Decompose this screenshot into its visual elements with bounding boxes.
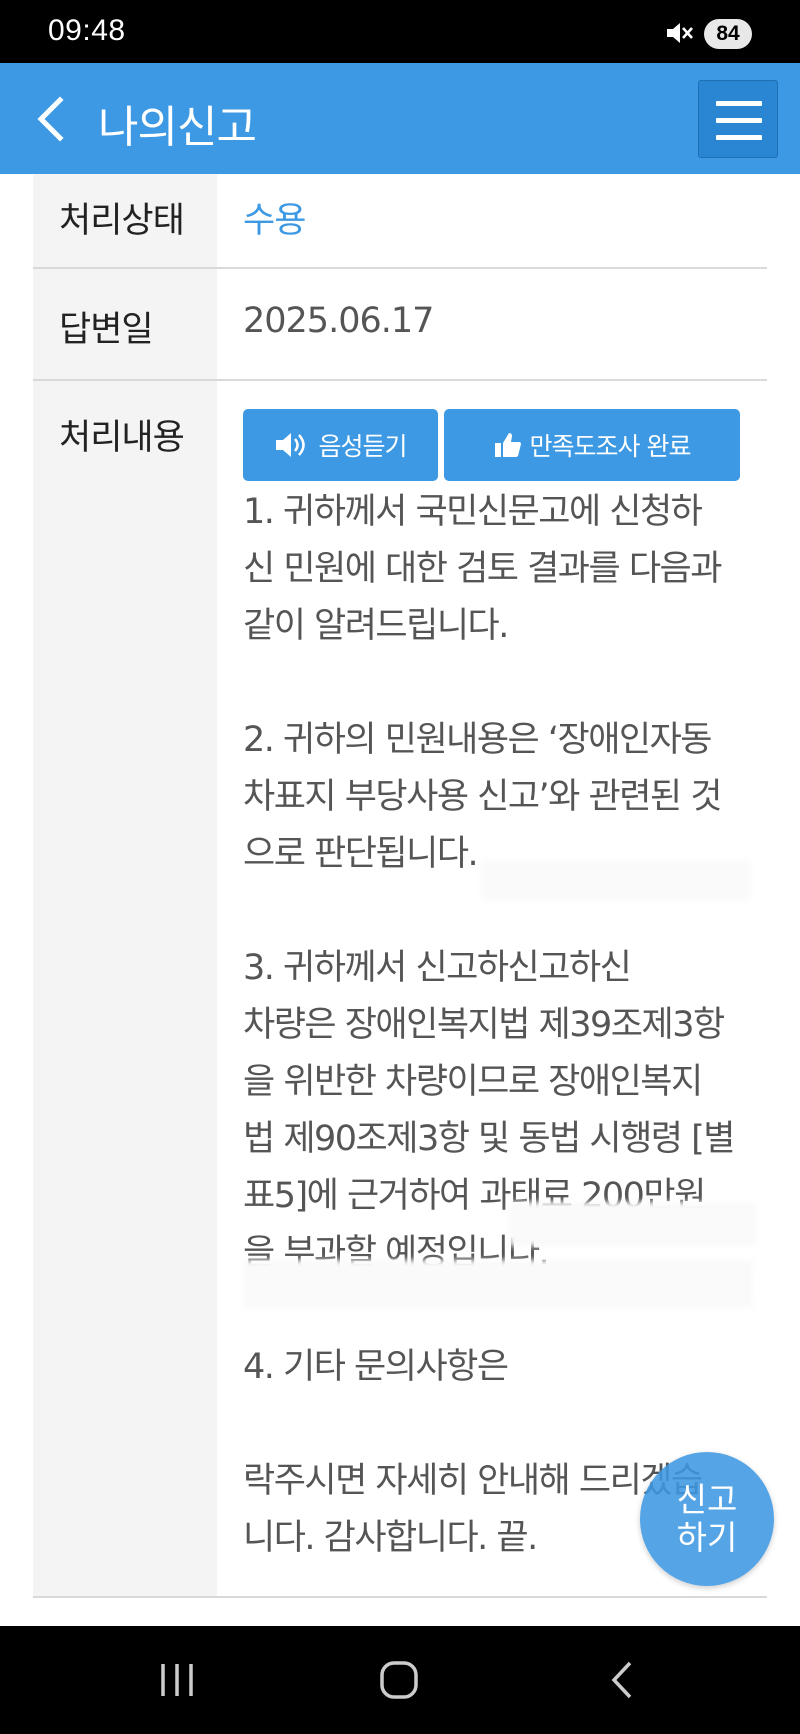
answer-date-label: 답변일 <box>59 310 154 350</box>
report-detail-table: 처리상태 수용 답변일 2025.06.17 처리내용 음성듣기 만족도조사 완… <box>33 174 767 1598</box>
hamburger-menu-icon-bar <box>716 118 762 123</box>
content-label: 처리내용 <box>59 418 185 458</box>
survey-complete-button[interactable]: 만족도조사 완료 <box>444 409 740 481</box>
report-fab-button[interactable]: 신고 하기 <box>640 1452 774 1586</box>
hamburger-menu-icon <box>716 101 762 106</box>
divider <box>33 1596 767 1598</box>
hamburger-menu-button[interactable] <box>698 80 778 158</box>
answer-date-value: 2025.06.17 <box>243 301 434 341</box>
status-label: 처리상태 <box>59 201 185 241</box>
redacted-area <box>243 1260 753 1308</box>
thumbs-up-icon <box>494 433 521 457</box>
survey-complete-label: 만족도조사 완료 <box>529 432 692 461</box>
system-navigation-bar <box>0 1626 800 1734</box>
redacted-area <box>481 861 751 901</box>
speaker-icon <box>276 433 306 457</box>
page-title: 나의신고 <box>98 102 257 153</box>
mute-icon <box>667 23 693 43</box>
recent-apps-icon[interactable] <box>157 1662 197 1698</box>
back-nav-icon[interactable] <box>610 1660 634 1700</box>
status-bar: 09:48 84 <box>0 0 800 63</box>
battery-indicator: 84 <box>704 19 752 49</box>
fab-label-line2: 하기 <box>676 1518 738 1557</box>
app-header: 나의신고 <box>0 63 800 174</box>
status-row: 처리상태 수용 <box>33 174 767 269</box>
content-label-cell: 처리내용 <box>33 381 217 1596</box>
answer-date-row: 답변일 2025.06.17 <box>33 269 767 381</box>
status-label-cell: 처리상태 <box>33 174 217 267</box>
chevron-left-icon[interactable] <box>32 96 68 142</box>
fab-label-line1: 신고 <box>676 1480 738 1519</box>
home-icon[interactable] <box>379 1660 419 1700</box>
status-value: 수용 <box>243 201 306 241</box>
listen-audio-label: 음성듣기 <box>318 432 407 461</box>
redacted-area <box>509 1202 757 1246</box>
response-body-text: 1. 귀하께서 국민신문고에 신청하 신 민원에 대한 검토 결과를 다음과 같… <box>243 492 736 1558</box>
hamburger-menu-icon-bar <box>716 135 762 140</box>
answer-date-label-cell: 답변일 <box>33 269 217 379</box>
status-time: 09:48 <box>48 14 126 47</box>
listen-audio-button[interactable]: 음성듣기 <box>243 409 438 481</box>
